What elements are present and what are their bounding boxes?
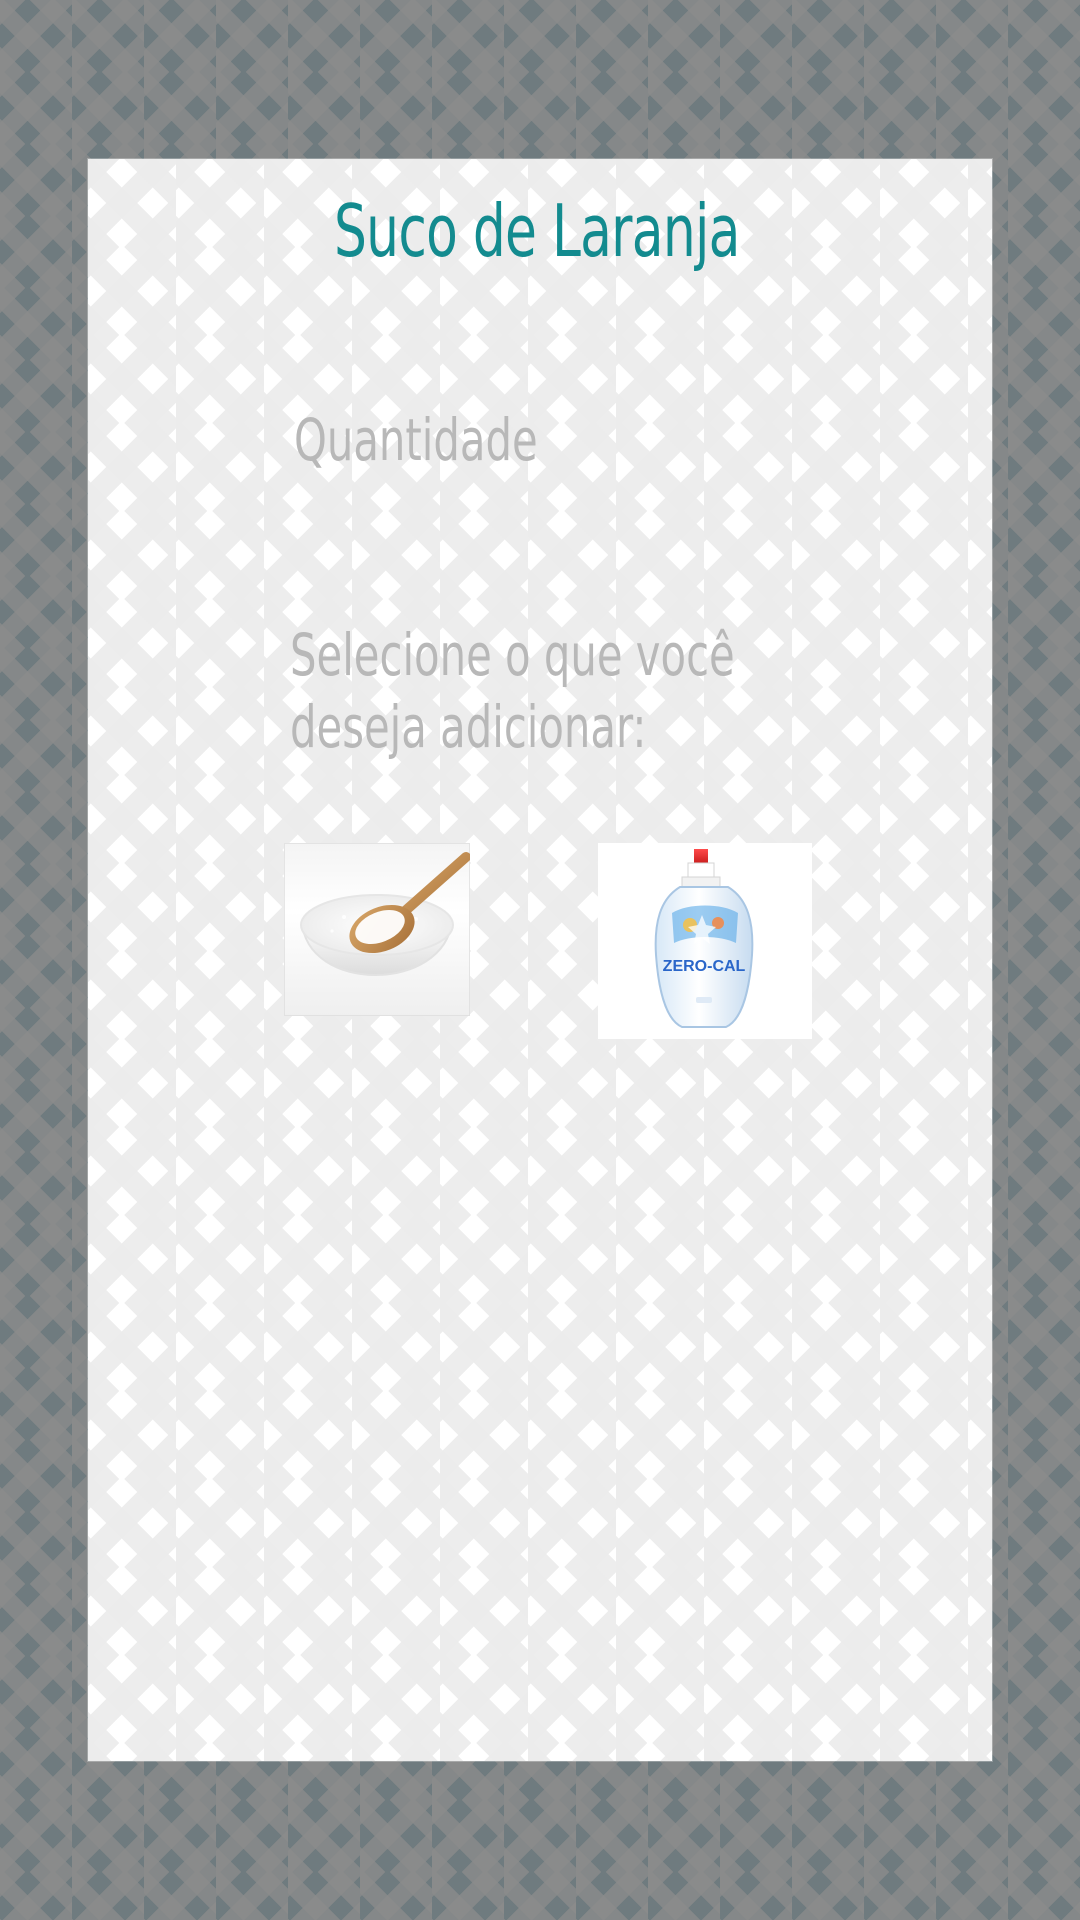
add-prompt: Selecione o que você deseja adicionar:: [290, 621, 748, 761]
sweetener-brand-text: ZERO-CAL: [663, 958, 746, 975]
page-title: Suco de Laranja: [334, 189, 740, 273]
quantity-label: Quantidade: [294, 406, 538, 474]
sugar-bowl-icon: [300, 852, 470, 976]
sweetener-bottle-icon: ZERO-CAL: [654, 849, 754, 1028]
content-card: Suco de Laranja Quantidade Selecione o q…: [88, 159, 992, 1761]
sugar-option-button[interactable]: [284, 843, 470, 1016]
sweetener-option-button[interactable]: ZERO-CAL: [598, 843, 812, 1039]
